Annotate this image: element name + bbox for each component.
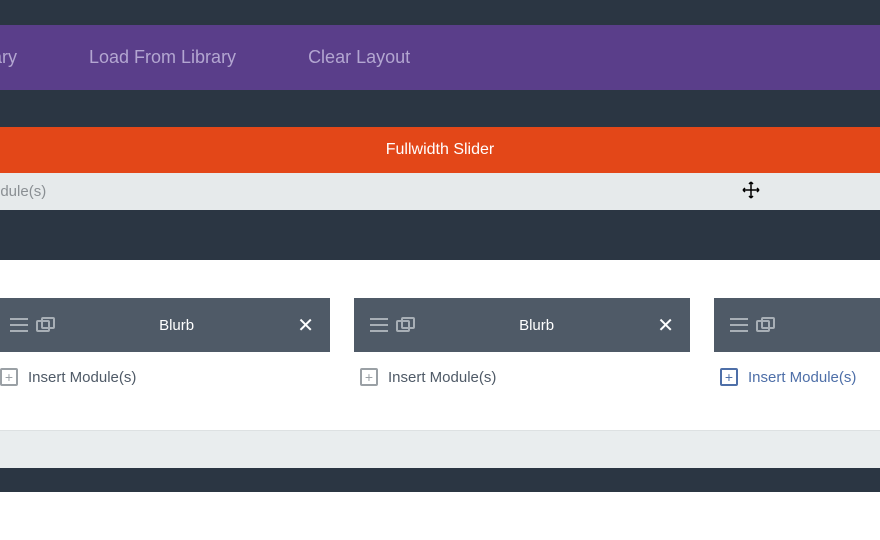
fullwidth-section: Fullwidth Slider odule(s) <box>0 127 880 210</box>
column-1: Blurb ✕ + Insert Module(s) <box>0 298 330 402</box>
action-bar: rary Load From Library Clear Layout <box>0 25 880 90</box>
close-icon[interactable]: ✕ <box>297 313 314 338</box>
insert-module-button[interactable]: + Insert Module(s) <box>714 352 880 402</box>
move-icon[interactable] <box>742 181 760 203</box>
module-title: Blurb <box>56 317 297 334</box>
clear-layout-button[interactable]: Clear Layout <box>272 47 446 68</box>
column-3: Blurb ✕ + Insert Module(s) <box>714 298 880 402</box>
insert-module-label: Insert Module(s) <box>28 369 136 386</box>
insert-module-label: Insert Module(s) <box>748 369 856 386</box>
load-from-library-button[interactable]: Load From Library <box>53 47 272 68</box>
hamburger-icon[interactable] <box>10 318 28 332</box>
insert-module-label: Insert Module(s) <box>388 369 496 386</box>
hamburger-icon[interactable] <box>730 318 748 332</box>
section-divider-2b <box>0 247 880 260</box>
footer-strip <box>0 430 880 468</box>
module-title: Blurb <box>776 317 880 334</box>
insert-module-row[interactable]: odule(s) <box>0 173 880 210</box>
section-divider <box>0 90 880 127</box>
insert-module-button[interactable]: + Insert Module(s) <box>354 352 690 402</box>
footer-dark <box>0 468 880 492</box>
blurb-module[interactable]: Blurb ✕ <box>354 298 690 352</box>
hamburger-icon[interactable] <box>370 318 388 332</box>
duplicate-icon[interactable] <box>756 317 776 333</box>
save-to-library-button[interactable]: rary <box>0 47 53 68</box>
plus-icon: + <box>720 368 738 386</box>
columns-row: Blurb ✕ + Insert Module(s) Blurb ✕ + Ins… <box>0 260 880 430</box>
plus-icon: + <box>0 368 18 386</box>
duplicate-icon[interactable] <box>36 317 56 333</box>
column-2: Blurb ✕ + Insert Module(s) <box>354 298 690 402</box>
blurb-module[interactable]: Blurb ✕ <box>0 298 330 352</box>
insert-module-label: odule(s) <box>0 183 46 200</box>
fullwidth-slider-module[interactable]: Fullwidth Slider <box>0 127 880 173</box>
blurb-module[interactable]: Blurb ✕ <box>714 298 880 352</box>
page-bottom <box>0 492 880 502</box>
close-icon[interactable]: ✕ <box>657 313 674 338</box>
plus-icon: + <box>360 368 378 386</box>
module-title: Blurb <box>416 317 657 334</box>
duplicate-icon[interactable] <box>396 317 416 333</box>
insert-module-button[interactable]: + Insert Module(s) <box>0 352 330 402</box>
top-bar <box>0 0 880 25</box>
section-divider-2 <box>0 210 880 247</box>
